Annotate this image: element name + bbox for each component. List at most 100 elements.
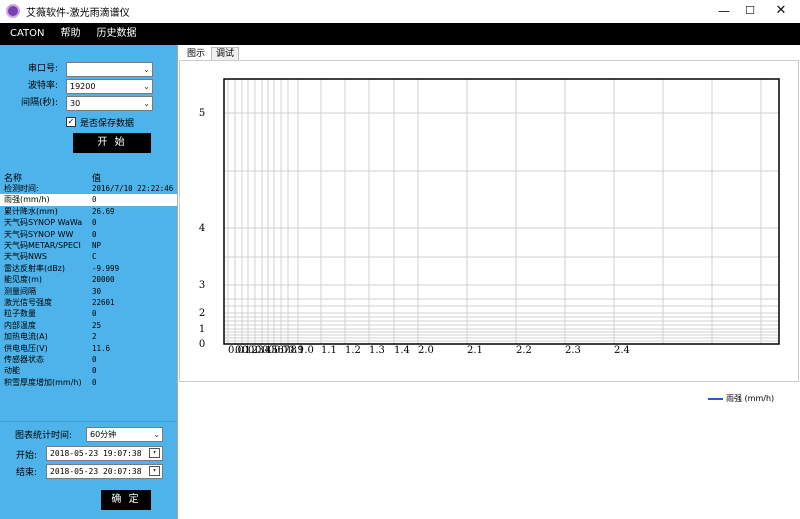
y-tick-label: 3 [199,280,205,291]
table-row[interactable]: 激光信号强度 22601 [0,297,177,308]
interval-select[interactable]: 30 ⌄ [66,96,153,111]
table-row[interactable]: 内部温度 25 [0,320,177,331]
row-name: 传感器状态 [4,355,44,364]
table-header: 名称 值 [0,169,177,184]
row-value: NP [92,241,102,250]
data-table: 名称 值 检测时间: 2016/7/10 22:22:46 雨强(mm/h) 0 累计降… [0,169,177,393]
table-row[interactable]: 雨强(mm/h) 0 [0,194,177,206]
save-data-label: 是否保存数据 [80,119,135,129]
row-name: 能见度(m) [4,275,43,285]
table-row[interactable]: 供电电压(V) 11.6 [0,343,177,354]
plot-frame [223,78,780,345]
chart-legend: 雨强 (mm/h) [708,393,774,404]
row-name: 动能 [4,366,20,376]
calendar-icon[interactable]: ▾ [149,466,160,476]
row-value: 0 [92,377,97,387]
baud-label: 波特率: [27,81,58,91]
chevron-down-icon: ⌄ [143,82,150,91]
x-tick-label: 2.4 [614,345,630,356]
baud-select[interactable]: 19200 ⌄ [66,79,153,94]
end-time-picker[interactable]: 2018-05-23 20:07:38 ▾ [46,464,163,479]
row-value: 0 [92,366,97,376]
row-value: 11.6 [92,343,111,353]
calendar-icon[interactable]: ▾ [149,448,160,458]
row-value: 0 [92,229,97,239]
save-data-checkbox[interactable]: ✓ [66,117,76,127]
x-tick-label: 1.4 [394,345,410,356]
table-row[interactable]: 天气码SYNOP WW 0 [0,229,177,240]
port-select[interactable]: ⌄ [66,62,153,77]
row-value: 25 [92,320,102,330]
table-row[interactable]: 天气码SYNOP WaWa 0 [0,217,177,228]
table-row[interactable]: 粒子数量 0 [0,308,177,319]
tab-debug[interactable]: 调试 [211,47,240,61]
row-value: C [92,252,97,262]
tab-bar: 图示 调试 [182,47,240,61]
row-name: 粒子数量 [4,309,36,319]
interval-value: 30 [70,99,81,108]
row-value: 0 [92,309,97,319]
chevron-down-icon: ⌄ [143,65,150,74]
row-value: 2016/7/10 22:22:46 [92,184,174,193]
x-tick-label: 1.1 [321,345,337,356]
table-row[interactable]: 加热电流(A) 2 [0,331,177,342]
y-tick-label: 0 [199,339,205,350]
row-name: 积雪厚度增加(mm/h) [4,377,82,387]
legend-swatch [708,397,723,400]
rain-intensity-chart: 5432100.00.10.20.30.40.50.60.70.80.91.0 1… [199,78,780,356]
table-row[interactable]: 传感器状态 0 [0,354,177,365]
menu-caton[interactable]: CATON [0,23,53,45]
tab-chart[interactable]: 图示 [182,47,211,61]
menu-help[interactable]: 帮助 [53,23,89,45]
port-label: 串口号: [27,64,58,74]
x-tick-label: 2.2 [516,345,532,356]
row-name: 测量间隔 [4,286,36,296]
end-time-value: 2018-05-23 20:07:38 [50,467,142,476]
control-panel: 串口号: ⌄ 波特率: 19200 ⌄ 间隔(秒): 30 ⌄ ✓ 是否保存数据… [0,45,177,519]
row-name: 供电电压(V) [4,343,48,353]
start-time-picker[interactable]: 2018-05-23 19:07:38 ▾ [46,446,163,461]
chart-area: 5 4 3 2 1 0 0.0 0.1 0.2 0.3 0.4 0.5 0.6 0.7 0.8 0.9 1.0 1… [179,60,799,382]
start-button[interactable]: 开 始 [73,133,151,153]
row-value: 2 [92,332,97,342]
x-tick-label: 2.1 [467,345,483,356]
start-time-label: 开始: [15,451,37,461]
chevron-down-icon: ⌄ [143,99,150,108]
row-name: 天气码SYNOP WaWa [4,218,83,228]
table-row[interactable]: 能见度(m) 20000 [0,274,177,285]
row-value: 0 [92,195,97,205]
title-bar: 艾薇软件-激光雨滴谱仪 — ☐ ✕ [0,0,800,23]
divider [0,421,177,422]
row-value: 26.69 [92,206,115,216]
row-name: 累计降水(mm) [4,206,58,216]
table-row[interactable]: 雷达反射率(dBz) -9.999 [0,263,177,274]
interval-label: 间隔(秒): [20,98,58,108]
menu-history[interactable]: 历史数据 [89,23,145,45]
y-tick-label: 4 [199,223,205,234]
table-row[interactable]: 累计降水(mm) 26.69 [0,206,177,217]
row-value: -9.999 [92,263,120,273]
y-tick-label: 5 [199,108,205,119]
y-tick-label: 1 [199,324,205,335]
table-row[interactable]: 检测时间: 2016/7/10 22:22:46 [0,183,177,194]
x-tick-label: 2.0 [418,345,434,356]
table-row[interactable]: 天气码METAR/SPECI NP [0,240,177,251]
x-tick-label: 1.3 [369,345,385,356]
row-name: 激光信号强度 [4,298,52,307]
period-select[interactable]: 60分钟 ⌄ [86,427,163,442]
window-title: 艾薇软件-激光雨滴谱仪 [26,8,130,19]
table-row[interactable]: 动能 0 [0,365,177,376]
table-row[interactable]: 天气码NWS C [0,251,177,262]
start-time-value: 2018-05-23 19:07:38 [50,449,142,458]
row-value: 0 [92,355,97,364]
legend-label: 雨强 (mm/h) [726,394,775,403]
period-value: 60分钟 [90,430,117,439]
table-row[interactable]: 积雪厚度增加(mm/h) 0 [0,377,177,388]
close-button[interactable]: ✕ [762,0,800,23]
row-value: 30 [92,286,102,296]
x-tick-label: 1.0 [298,345,314,356]
confirm-button[interactable]: 确 定 [101,490,151,510]
row-name: 天气码NWS [4,252,47,262]
table-row[interactable]: 测量间隔 30 [0,286,177,297]
chart-panel: 图示 调试 5 4 3 2 1 0 0.0 0.1 0.2 0.3 0.4 0.5 0.6 0.7 0.8 0… [177,45,800,519]
